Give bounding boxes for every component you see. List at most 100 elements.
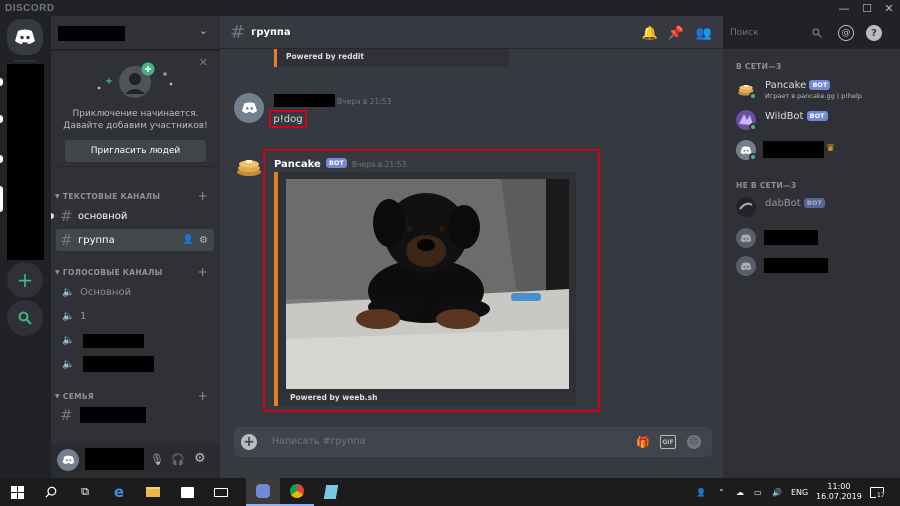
bell-icon[interactable]: 🔔: [642, 25, 658, 41]
edge-icon[interactable]: e: [102, 478, 136, 506]
people-icon[interactable]: 👤: [696, 478, 706, 506]
chrome-icon[interactable]: [280, 478, 314, 506]
member-pancake[interactable]: Pancake BOT Играет в pancake.gg | p!help: [736, 77, 886, 101]
member-dabbot[interactable]: dabBot BOT: [736, 195, 886, 219]
online-status: [749, 123, 757, 131]
chevron-up-icon[interactable]: ⌃: [718, 478, 725, 506]
add-server-button[interactable]: +: [7, 262, 43, 298]
hash-icon: #: [60, 406, 73, 424]
gear-icon[interactable]: ⚙: [199, 235, 208, 246]
member-name-text: dabBot: [765, 198, 801, 209]
chrome-shape: [290, 484, 304, 498]
gear-icon[interactable]: ⚙: [194, 451, 206, 466]
members-icon[interactable]: 👥: [696, 25, 712, 41]
invite-panel: ✕ Приключение начинается. Давайте добави…: [51, 52, 220, 167]
channel-name: основной: [78, 210, 128, 222]
onedrive-icon[interactable]: ☁: [736, 478, 744, 506]
unread-indicator: [0, 115, 3, 123]
voice-channel-osnovnoy[interactable]: 🔈 Основной: [56, 281, 214, 303]
help-icon[interactable]: ?: [866, 25, 882, 41]
search-icon[interactable]: [34, 478, 68, 506]
bot-badge: BOT: [806, 111, 828, 121]
headphones-icon[interactable]: 🎧: [171, 453, 185, 466]
server-header[interactable]: ⌄: [51, 16, 220, 50]
emoji-icon[interactable]: ☹: [687, 435, 701, 449]
microphone-icon[interactable]: 🎙: [150, 453, 164, 466]
volume-icon[interactable]: 🔊: [772, 478, 782, 506]
gif-icon[interactable]: GIF: [660, 435, 676, 449]
language-indicator[interactable]: ENG: [791, 478, 808, 506]
voice-channel-redacted[interactable]: 🔈: [56, 353, 214, 375]
start-button[interactable]: [0, 478, 34, 506]
discord-logo-icon: [15, 29, 35, 44]
redacted-author[interactable]: [274, 94, 335, 107]
discord-logo-icon: [740, 261, 752, 270]
invite-people-button[interactable]: Пригласить людей: [65, 140, 206, 162]
category-family[interactable]: ▼ СЕМЬЯ +: [51, 389, 220, 403]
category-text-channels[interactable]: ▼ ТЕКСТОВЫЕ КАНАЛЫ +: [51, 189, 220, 203]
message-timestamp: Вчера в 21:53: [337, 97, 392, 106]
channel-osnovnoy[interactable]: # основной: [56, 205, 214, 227]
mail-icon[interactable]: [204, 478, 238, 506]
search-input[interactable]: Поиск: [725, 24, 827, 42]
discord-taskbar-icon[interactable]: [246, 478, 280, 506]
puppy-image[interactable]: [286, 179, 569, 389]
member-wildbot[interactable]: WildBot BOT: [736, 108, 886, 132]
clock-time: 11:00: [827, 482, 851, 491]
add-channel-icon[interactable]: +: [198, 189, 208, 203]
channel-redacted[interactable]: #: [56, 404, 214, 426]
voice-channel-redacted[interactable]: 🔈: [56, 329, 214, 351]
invite-message: Приключение начинается. Давайте добавим …: [55, 108, 216, 132]
task-view-icon[interactable]: ⧉: [68, 478, 102, 506]
add-channel-icon[interactable]: +: [198, 265, 208, 279]
speaker-icon: 🔈: [62, 358, 75, 370]
action-center-icon[interactable]: 17: [870, 478, 886, 506]
battery-icon[interactable]: ▭: [754, 478, 762, 506]
category-label: СЕМЬЯ: [62, 391, 95, 401]
add-user-icon[interactable]: 👤: [183, 235, 194, 245]
taskbar-search-glyph: [45, 486, 57, 498]
hash-icon: #: [60, 231, 73, 249]
discord-logo-icon: [62, 455, 74, 465]
channel-name: Основной: [80, 286, 132, 298]
minimize-button[interactable]: —: [836, 0, 852, 16]
envelope-shape: [214, 487, 228, 497]
home-button[interactable]: [7, 19, 43, 55]
attach-plus-icon[interactable]: +: [241, 434, 257, 450]
add-channel-icon[interactable]: +: [198, 389, 208, 403]
message-input[interactable]: + Написать #группа 🎁 GIF ☹: [234, 427, 712, 457]
plus-icon: +: [16, 268, 34, 292]
maximize-button[interactable]: ☐: [859, 0, 875, 16]
member-activity: Играет в pancake.gg | p!help: [765, 92, 862, 100]
crown-icon: ♛: [826, 143, 835, 154]
redacted-servers[interactable]: [7, 64, 44, 260]
user-avatar[interactable]: [57, 449, 79, 471]
pin-icon[interactable]: 📌: [668, 25, 684, 41]
member-redacted[interactable]: ♛: [736, 138, 886, 162]
file-explorer-icon[interactable]: [136, 478, 170, 506]
redacted-username: [85, 448, 144, 470]
online-status: [749, 92, 757, 100]
message-avatar[interactable]: [234, 93, 264, 123]
selected-indicator: [0, 186, 3, 212]
member-list-scrollbar[interactable]: [892, 49, 900, 478]
voice-channel-1[interactable]: 🔈 1: [56, 305, 214, 327]
gift-icon[interactable]: 🎁: [636, 435, 650, 449]
redacted-channel-name: [83, 356, 154, 372]
discord-window: DISCORD — ☐ ✕ + ⌄ ✕ Приключение начинает…: [0, 0, 900, 506]
clock[interactable]: 11:00 16.07.2019: [816, 478, 862, 506]
close-button[interactable]: ✕: [881, 0, 897, 16]
store-icon[interactable]: [170, 478, 204, 506]
close-icon[interactable]: ✕: [199, 56, 208, 69]
image-embed: Powered by weeb.sh: [274, 172, 576, 406]
redacted-channel-name: [80, 407, 146, 423]
mention-icon[interactable]: @: [838, 25, 854, 41]
channel-sidebar: ⌄ ✕ Приключение начинается. Давайте доба…: [51, 16, 220, 478]
pancake-avatar[interactable]: [234, 151, 264, 181]
message-author[interactable]: Pancake: [274, 159, 321, 170]
category-voice-channels[interactable]: ▼ ГОЛОСОВЫЕ КАНАЛЫ +: [51, 265, 220, 279]
channel-gruppa[interactable]: # группа 👤 ⚙: [56, 229, 214, 251]
offline-header: НЕ В СЕТИ—3: [736, 181, 797, 190]
explore-servers-button[interactable]: [7, 300, 43, 336]
notepad-icon[interactable]: [314, 478, 348, 506]
